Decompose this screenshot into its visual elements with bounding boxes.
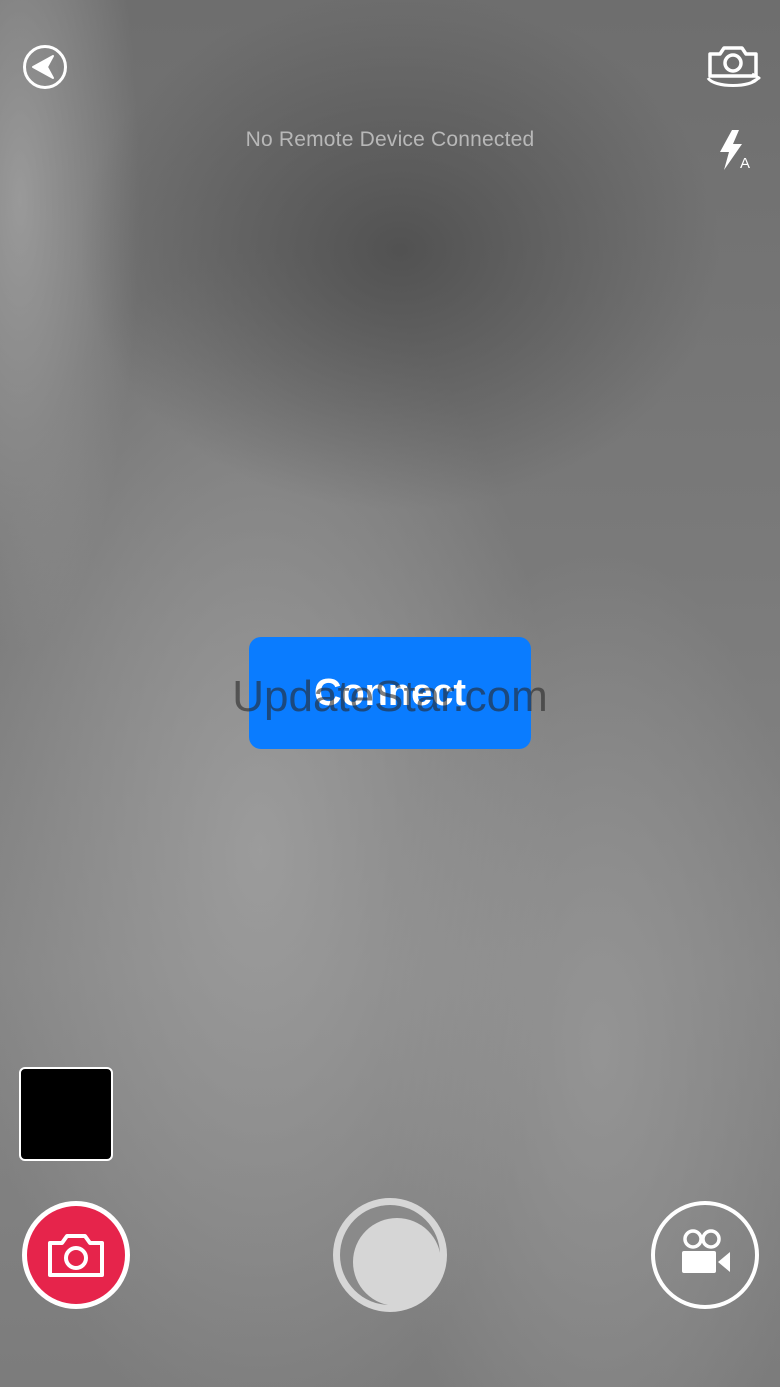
switch-camera-icon xyxy=(706,46,761,87)
shutter-button[interactable] xyxy=(333,1198,447,1312)
camera-icon xyxy=(48,1234,104,1277)
photo-mode-active-fill xyxy=(27,1206,125,1304)
flash-toggle-button[interactable]: A xyxy=(714,128,754,174)
connection-status-text: No Remote Device Connected xyxy=(245,128,535,151)
back-arrow-icon xyxy=(23,45,67,89)
video-mode-button[interactable] xyxy=(651,1201,759,1309)
flash-auto-icon: A xyxy=(720,130,750,172)
back-button[interactable] xyxy=(22,44,68,90)
connect-button[interactable]: Connect xyxy=(249,637,531,749)
flash-mode-label: A xyxy=(740,155,750,172)
video-camera-icon xyxy=(682,1229,730,1273)
shutter-ring xyxy=(340,1205,441,1306)
shutter-core xyxy=(353,1218,441,1306)
photo-mode-button[interactable] xyxy=(22,1201,130,1309)
gallery-thumbnail[interactable] xyxy=(19,1067,113,1161)
switch-camera-button[interactable] xyxy=(704,40,762,92)
